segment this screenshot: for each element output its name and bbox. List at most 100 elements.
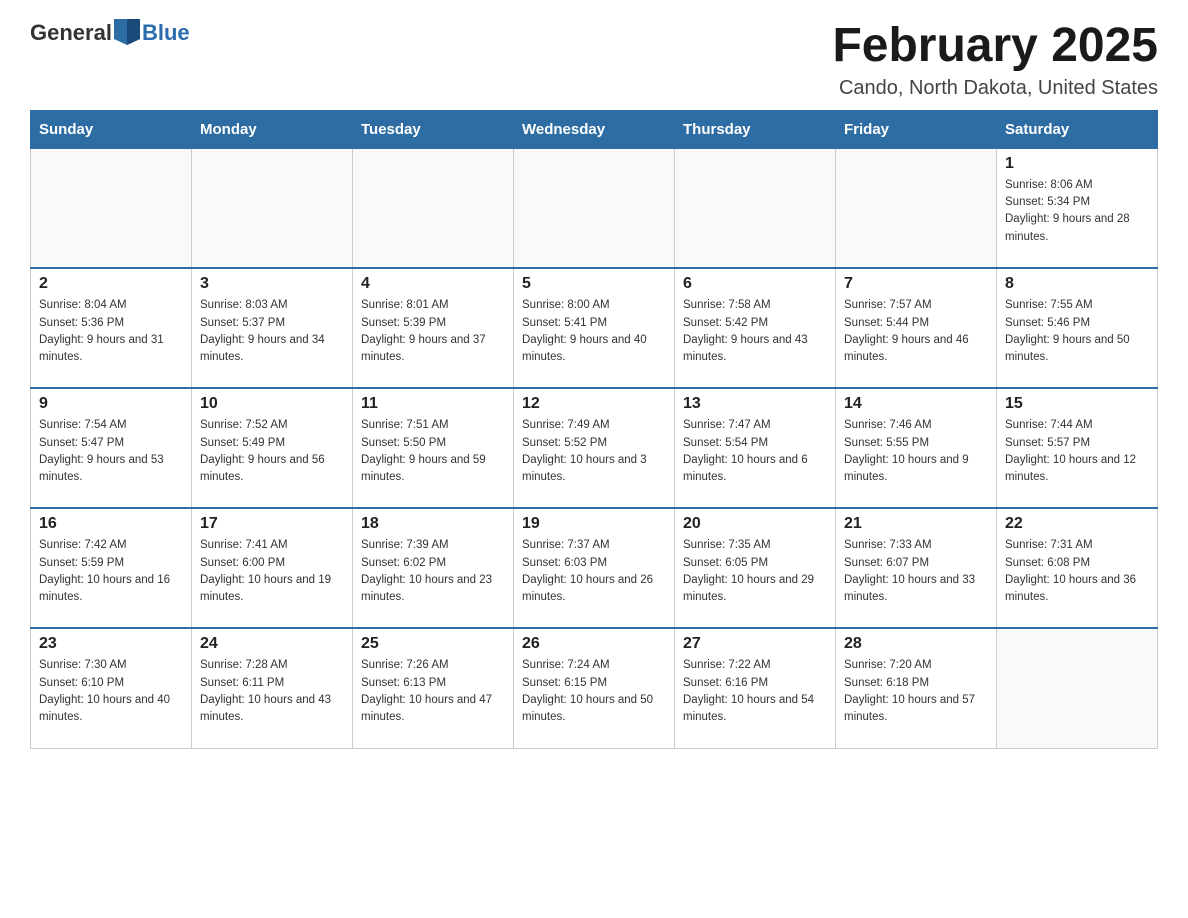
page-header: General Blue February 2025 Cando, North … [30,20,1158,100]
title-section: February 2025 Cando, North Dakota, Unite… [832,20,1158,100]
day-number: 4 [361,275,505,293]
day-info: Sunrise: 7:54 AMSunset: 5:47 PMDaylight:… [39,417,183,486]
calendar-cell: 6 Sunrise: 7:58 AMSunset: 5:42 PMDaylight… [675,268,836,388]
day-number: 7 [844,275,988,293]
day-number: 11 [361,395,505,413]
calendar-cell [514,148,675,268]
calendar-header-thursday: Thursday [675,110,836,148]
calendar-cell: 1 Sunrise: 8:06 AMSunset: 5:34 PMDaylight… [997,148,1158,268]
calendar-header-friday: Friday [836,110,997,148]
day-number: 22 [1005,515,1149,533]
day-number: 8 [1005,275,1149,293]
calendar-cell [836,148,997,268]
day-info: Sunrise: 7:52 AMSunset: 5:49 PMDaylight:… [200,417,344,486]
day-info: Sunrise: 7:49 AMSunset: 5:52 PMDaylight:… [522,417,666,486]
day-info: Sunrise: 7:28 AMSunset: 6:11 PMDaylight:… [200,657,344,726]
calendar-cell: 14Sunrise: 7:46 AMSunset: 5:55 PMDayligh… [836,388,997,508]
day-number: 14 [844,395,988,413]
day-info: Sunrise: 7:31 AMSunset: 6:08 PMDaylight:… [1005,537,1149,606]
calendar-week-row: 23 Sunrise: 7:30 AMSunset: 6:10 PMDayligh… [31,628,1158,748]
logo: General Blue [30,20,190,46]
day-info: Sunrise: 7:42 AMSunset: 5:59 PMDaylight:… [39,537,183,606]
day-info: Sunrise: 7:20 AMSunset: 6:18 PMDaylight:… [844,657,988,726]
day-number: 23 [39,635,183,653]
day-number: 17 [200,515,344,533]
day-info: Sunrise: 7:30 AMSunset: 6:10 PMDaylight:… [39,657,183,726]
day-info: Sunrise: 8:01 AMSunset: 5:39 PMDaylight:… [361,297,505,366]
day-number: 5 [522,275,666,293]
calendar-cell: 25 Sunrise: 7:26 AMSunset: 6:13 PMDayligh… [353,628,514,748]
day-number: 9 [39,395,183,413]
calendar-cell: 5Sunrise: 8:00 AMSunset: 5:41 PMDaylight… [514,268,675,388]
calendar-cell: 2 Sunrise: 8:04 AMSunset: 5:36 PMDaylight… [31,268,192,388]
calendar-cell: 3Sunrise: 8:03 AMSunset: 5:37 PMDaylight… [192,268,353,388]
logo-icon [114,19,140,45]
day-number: 6 [683,275,827,293]
day-info: Sunrise: 7:22 AMSunset: 6:16 PMDaylight:… [683,657,827,726]
calendar-cell: 15 Sunrise: 7:44 AMSunset: 5:57 PMDayligh… [997,388,1158,508]
calendar-cell: 23 Sunrise: 7:30 AMSunset: 6:10 PMDayligh… [31,628,192,748]
day-info: Sunrise: 7:44 AMSunset: 5:57 PMDaylight:… [1005,417,1149,486]
day-number: 15 [1005,395,1149,413]
calendar-cell [31,148,192,268]
day-info: Sunrise: 7:58 AMSunset: 5:42 PMDaylight:… [683,297,827,366]
calendar-cell: 28 Sunrise: 7:20 AMSunset: 6:18 PMDayligh… [836,628,997,748]
calendar-week-row: 1 Sunrise: 8:06 AMSunset: 5:34 PMDaylight… [31,148,1158,268]
calendar-cell: 17 Sunrise: 7:41 AMSunset: 6:00 PMDayligh… [192,508,353,628]
calendar-cell [192,148,353,268]
calendar-cell: 16 Sunrise: 7:42 AMSunset: 5:59 PMDayligh… [31,508,192,628]
day-number: 3 [200,275,344,293]
calendar-header-row: SundayMondayTuesdayWednesdayThursdayFrid… [31,110,1158,148]
day-info: Sunrise: 8:06 AMSunset: 5:34 PMDaylight:… [1005,177,1149,246]
day-number: 20 [683,515,827,533]
day-info: Sunrise: 7:33 AMSunset: 6:07 PMDaylight:… [844,537,988,606]
calendar-cell: 13Sunrise: 7:47 AMSunset: 5:54 PMDayligh… [675,388,836,508]
calendar-cell: 24 Sunrise: 7:28 AMSunset: 6:11 PMDayligh… [192,628,353,748]
calendar-cell: 21 Sunrise: 7:33 AMSunset: 6:07 PMDayligh… [836,508,997,628]
calendar-week-row: 16 Sunrise: 7:42 AMSunset: 5:59 PMDayligh… [31,508,1158,628]
day-info: Sunrise: 7:35 AMSunset: 6:05 PMDaylight:… [683,537,827,606]
calendar-cell [675,148,836,268]
day-number: 19 [522,515,666,533]
day-number: 21 [844,515,988,533]
day-number: 26 [522,635,666,653]
calendar-week-row: 2 Sunrise: 8:04 AMSunset: 5:36 PMDaylight… [31,268,1158,388]
calendar-cell [997,628,1158,748]
day-number: 27 [683,635,827,653]
day-number: 2 [39,275,183,293]
calendar-cell: 20 Sunrise: 7:35 AMSunset: 6:05 PMDayligh… [675,508,836,628]
day-info: Sunrise: 7:41 AMSunset: 6:00 PMDaylight:… [200,537,344,606]
calendar-cell: 8 Sunrise: 7:55 AMSunset: 5:46 PMDaylight… [997,268,1158,388]
day-number: 28 [844,635,988,653]
day-info: Sunrise: 8:04 AMSunset: 5:36 PMDaylight:… [39,297,183,366]
calendar-cell: 12 Sunrise: 7:49 AMSunset: 5:52 PMDayligh… [514,388,675,508]
calendar-header-saturday: Saturday [997,110,1158,148]
day-number: 10 [200,395,344,413]
calendar-cell: 26Sunrise: 7:24 AMSunset: 6:15 PMDayligh… [514,628,675,748]
calendar-header-sunday: Sunday [31,110,192,148]
day-info: Sunrise: 7:26 AMSunset: 6:13 PMDaylight:… [361,657,505,726]
day-number: 1 [1005,155,1149,173]
calendar-cell: 19 Sunrise: 7:37 AMSunset: 6:03 PMDayligh… [514,508,675,628]
calendar-cell: 22 Sunrise: 7:31 AMSunset: 6:08 PMDayligh… [997,508,1158,628]
day-info: Sunrise: 7:37 AMSunset: 6:03 PMDaylight:… [522,537,666,606]
day-number: 16 [39,515,183,533]
logo-general-text: General [30,20,112,46]
page-title: February 2025 [832,20,1158,73]
day-info: Sunrise: 7:51 AMSunset: 5:50 PMDaylight:… [361,417,505,486]
calendar-cell: 10 Sunrise: 7:52 AMSunset: 5:49 PMDayligh… [192,388,353,508]
day-number: 12 [522,395,666,413]
calendar-cell: 7Sunrise: 7:57 AMSunset: 5:44 PMDaylight… [836,268,997,388]
calendar-cell: 18Sunrise: 7:39 AMSunset: 6:02 PMDayligh… [353,508,514,628]
calendar-cell [353,148,514,268]
calendar-cell: 4 Sunrise: 8:01 AMSunset: 5:39 PMDaylight… [353,268,514,388]
day-info: Sunrise: 7:39 AMSunset: 6:02 PMDaylight:… [361,537,505,606]
page-subtitle: Cando, North Dakota, United States [832,77,1158,100]
logo-blue-text: Blue [142,20,190,45]
day-number: 25 [361,635,505,653]
day-number: 24 [200,635,344,653]
day-info: Sunrise: 7:55 AMSunset: 5:46 PMDaylight:… [1005,297,1149,366]
calendar-cell: 9 Sunrise: 7:54 AMSunset: 5:47 PMDaylight… [31,388,192,508]
calendar-cell: 27 Sunrise: 7:22 AMSunset: 6:16 PMDayligh… [675,628,836,748]
calendar-header-tuesday: Tuesday [353,110,514,148]
